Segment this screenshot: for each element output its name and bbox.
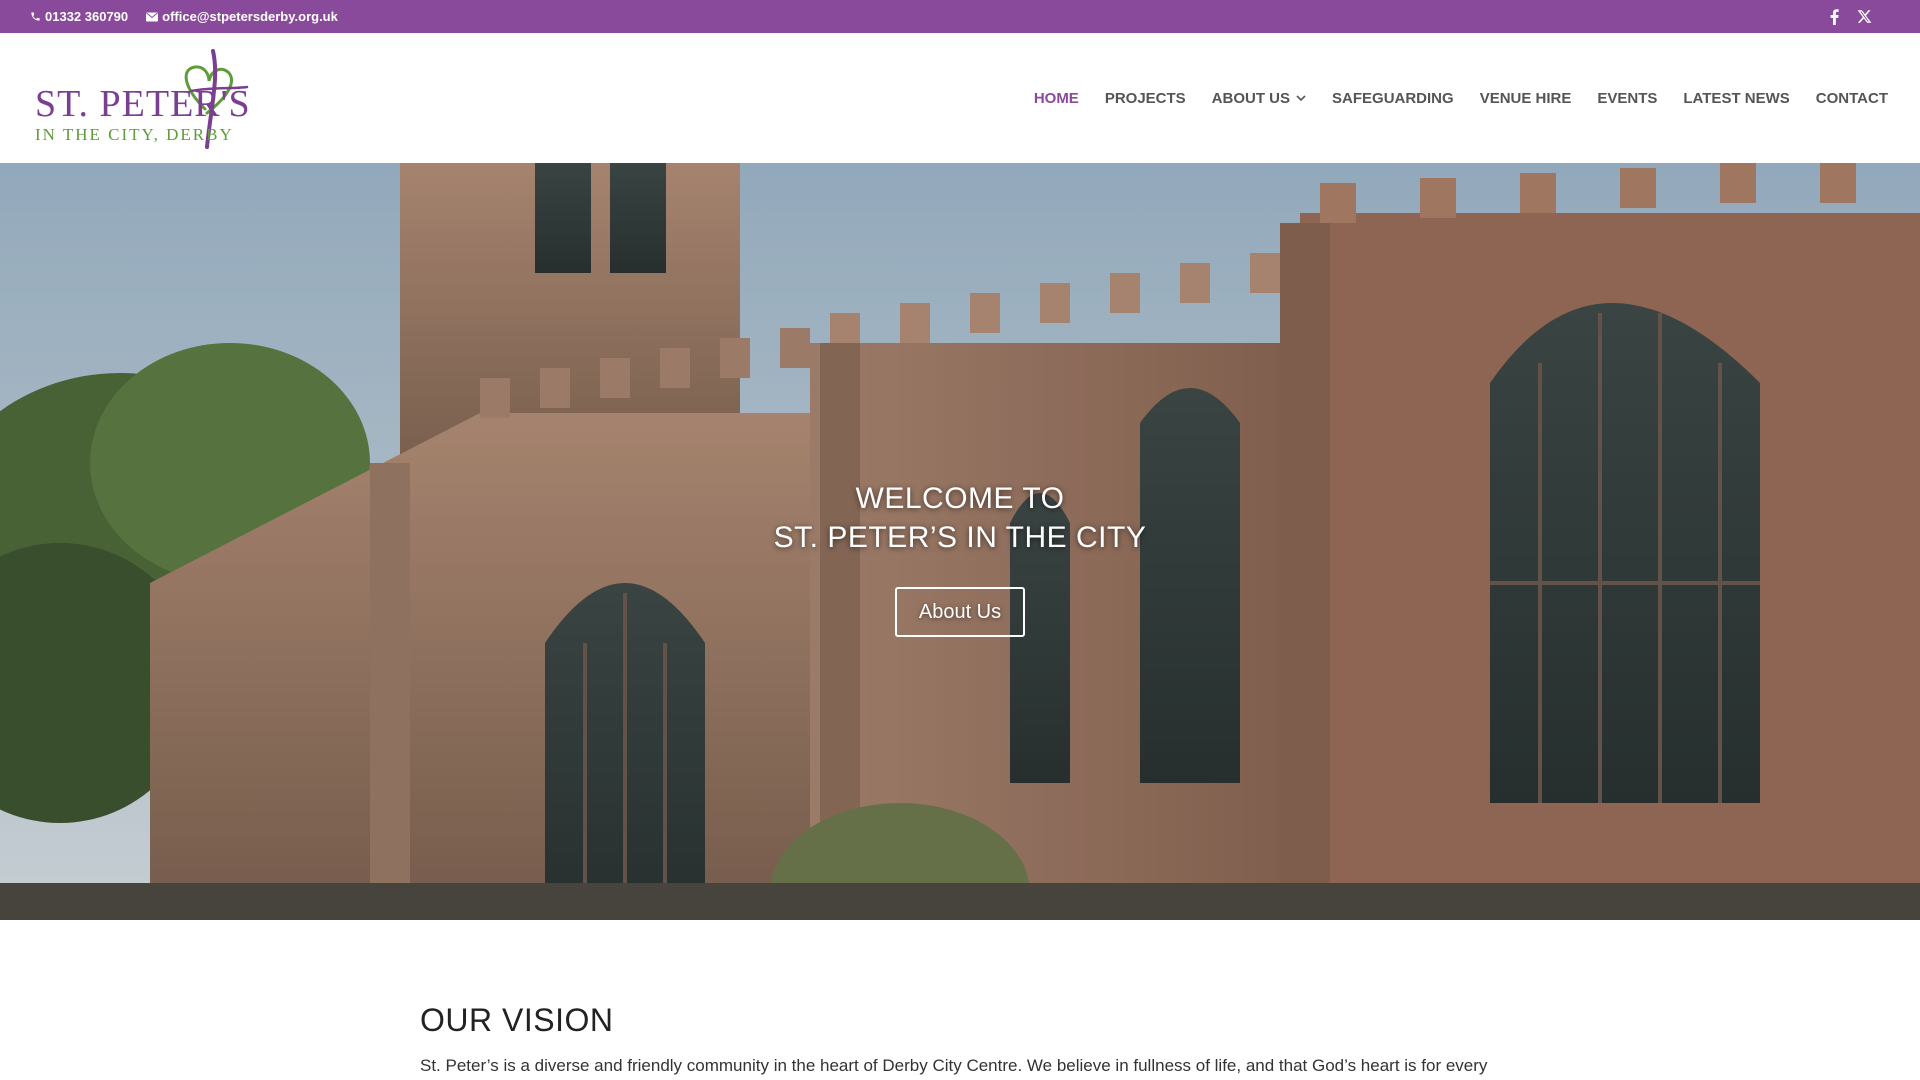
x-link[interactable] bbox=[1857, 9, 1872, 24]
vision-heading: OUR VISION bbox=[420, 1002, 614, 1038]
facebook-icon bbox=[1830, 8, 1839, 25]
nav-events-label: EVENTS bbox=[1597, 89, 1658, 107]
phone-number: 01332 360790 bbox=[45, 9, 129, 24]
vision-body: St. Peter’s is a diverse and friendly co… bbox=[420, 1056, 1488, 1075]
nav-projects[interactable]: PROJECTS bbox=[1105, 90, 1186, 107]
main-nav: HOME PROJECTS ABOUT US SAFEGUARDING VENU… bbox=[1008, 33, 1888, 163]
phone-icon bbox=[31, 12, 40, 21]
nav-home-label: HOME bbox=[1033, 89, 1079, 107]
chevron-down-icon bbox=[1296, 94, 1306, 102]
top-bar: 01332 360790 office@stpetersderby.org.uk bbox=[0, 0, 1920, 33]
nav-events[interactable]: EVENTS bbox=[1597, 90, 1657, 107]
nav-venue-hire-label: VENUE HIRE bbox=[1479, 89, 1572, 107]
hero-banner: WELCOME TO ST. PETER’S IN THE CITY About… bbox=[0, 163, 1920, 920]
envelope-icon bbox=[146, 12, 159, 21]
nav-safeguarding[interactable]: SAFEGUARDING bbox=[1332, 90, 1454, 107]
nav-latest-news[interactable]: LATEST NEWS bbox=[1683, 90, 1789, 107]
nav-contact[interactable]: CONTACT bbox=[1816, 90, 1888, 107]
nav-latest-news-label: LATEST NEWS bbox=[1683, 89, 1790, 107]
facebook-link[interactable] bbox=[1830, 8, 1839, 25]
social-links bbox=[1830, 0, 1872, 33]
phone-link[interactable]: 01332 360790 bbox=[30, 9, 128, 24]
email-address: office@stpetersderby.org.uk bbox=[162, 9, 338, 24]
logo-title: ST. PETER'S bbox=[35, 83, 251, 125]
about-us-button[interactable]: About Us bbox=[895, 587, 1025, 637]
site-header: ST. PETER'S IN THE CITY, DERBY HOME PROJ… bbox=[0, 33, 1920, 163]
hero-title-line1: WELCOME TO bbox=[855, 482, 1065, 515]
hero-title-line2: ST. PETER’S IN THE CITY bbox=[773, 521, 1147, 554]
nav-home[interactable]: HOME bbox=[1034, 90, 1079, 107]
site-logo[interactable]: ST. PETER'S IN THE CITY, DERBY bbox=[33, 47, 263, 151]
logo-subtitle: IN THE CITY, DERBY bbox=[35, 125, 234, 144]
nav-venue-hire[interactable]: VENUE HIRE bbox=[1480, 90, 1572, 107]
nav-contact-label: CONTACT bbox=[1815, 89, 1888, 107]
nav-safeguarding-label: SAFEGUARDING bbox=[1332, 89, 1454, 107]
contact-info: 01332 360790 office@stpetersderby.org.uk bbox=[30, 0, 356, 33]
email-link[interactable]: office@stpetersderby.org.uk bbox=[146, 9, 338, 24]
nav-projects-label: PROJECTS bbox=[1104, 89, 1186, 107]
hero-title: WELCOME TO ST. PETER’S IN THE CITY bbox=[0, 479, 1920, 557]
x-icon bbox=[1857, 10, 1872, 23]
vision-section: OUR VISION St. Peter’s is a diverse and … bbox=[420, 1002, 1520, 1079]
nav-about-us[interactable]: ABOUT US bbox=[1212, 90, 1306, 107]
nav-about-us-label: ABOUT US bbox=[1211, 89, 1291, 107]
